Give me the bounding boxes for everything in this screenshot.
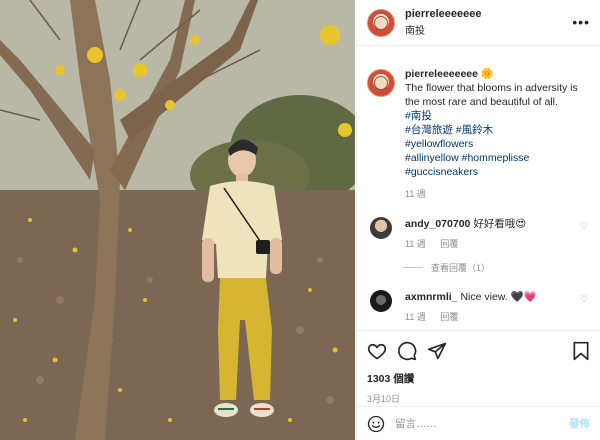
comment-text: Nice view. 🖤💗 [460, 291, 537, 303]
hashtag-yellowflowers[interactable]: #yellowflowers [405, 137, 590, 151]
heart-icon[interactable] [367, 341, 387, 361]
comment-username[interactable]: axmnrmli_ [405, 291, 458, 303]
comments-section[interactable]: pierreleeeeeee 🌼 The flower that blooms … [357, 47, 600, 329]
post-caption: pierreleeeeeee 🌼 The flower that blooms … [367, 67, 590, 201]
caption-time: 11 週 [405, 189, 426, 199]
post-photo[interactable] [0, 0, 355, 440]
reply-button[interactable]: 回覆 [440, 312, 458, 322]
share-icon[interactable] [427, 341, 447, 361]
comment-input[interactable] [395, 417, 569, 430]
caption-username[interactable]: pierreleeeeeee [405, 68, 478, 80]
post-comment-button[interactable]: 發佈 [569, 416, 590, 431]
comment-composer: 發佈 [357, 406, 600, 440]
more-horizontal-icon[interactable]: ••• [572, 14, 590, 30]
emoji-icon[interactable] [367, 415, 385, 433]
post-date: 3月10日 [367, 394, 401, 404]
comment-time: 11 週 [405, 239, 426, 249]
caption-emoji: 🌼 [480, 68, 494, 80]
commenter-avatar[interactable] [370, 290, 392, 312]
view-replies[interactable]: 查看回覆（1） [403, 261, 590, 274]
commenter-avatar[interactable] [370, 217, 392, 239]
comment-username[interactable]: andy_070700 [405, 218, 470, 230]
like-comment-icon[interactable]: ♡ [580, 221, 588, 232]
view-replies-label[interactable]: 查看回覆（1） [431, 261, 490, 274]
like-comment-icon[interactable]: ♡ [580, 294, 588, 305]
caption-text: The flower that blooms in adversity is t… [405, 82, 578, 108]
post-side-panel: pierreleeeeeee 南投 ••• pierreleeeeeee 🌼 T… [356, 0, 600, 440]
author-avatar[interactable] [367, 8, 395, 37]
avatar-face-icon [374, 76, 388, 90]
comment-time: 11 週 [405, 312, 426, 322]
comment-item: axmnrmli_ Nice view. 🖤💗 11 週 回覆 ♡ [367, 290, 590, 324]
photo-illustration [0, 0, 355, 440]
replies-divider [403, 267, 423, 268]
hashtag-group: #台灣旅遊 #風鈴木 [405, 124, 493, 136]
hashtag-taiwan-travel[interactable]: #台灣旅遊 [405, 124, 453, 136]
hashtag-allinyellow[interactable]: #allinyellow [405, 152, 459, 164]
like-count[interactable]: 1303 個讚 [367, 371, 590, 386]
post-header: pierreleeeeeee 南投 ••• [357, 0, 600, 46]
hashtag-nantou[interactable]: #南投 [405, 109, 590, 123]
author-username[interactable]: pierreleeeeeee [405, 8, 481, 20]
caption-avatar[interactable] [367, 69, 395, 97]
comment-text: 好好看哦😍 [473, 218, 527, 230]
bookmark-icon[interactable] [572, 341, 590, 361]
post-location[interactable]: 南投 [405, 22, 481, 37]
hashtag-group: #allinyellow [405, 152, 462, 164]
hashtag-guccisneakers[interactable]: #guccisneakers [405, 166, 478, 178]
hashtag-trumpet-tree[interactable]: #風鈴木 [456, 124, 493, 136]
comment-item: andy_070700 好好看哦😍 11 週 回覆 ♡ [367, 217, 590, 251]
post-actions: 1303 個讚 3月10日 [357, 330, 600, 405]
comment-icon[interactable] [397, 341, 417, 361]
avatar-face-icon [374, 15, 388, 30]
hashtag-hommeplisse[interactable]: #hommeplisse [462, 152, 530, 164]
reply-button[interactable]: 回覆 [440, 239, 458, 249]
